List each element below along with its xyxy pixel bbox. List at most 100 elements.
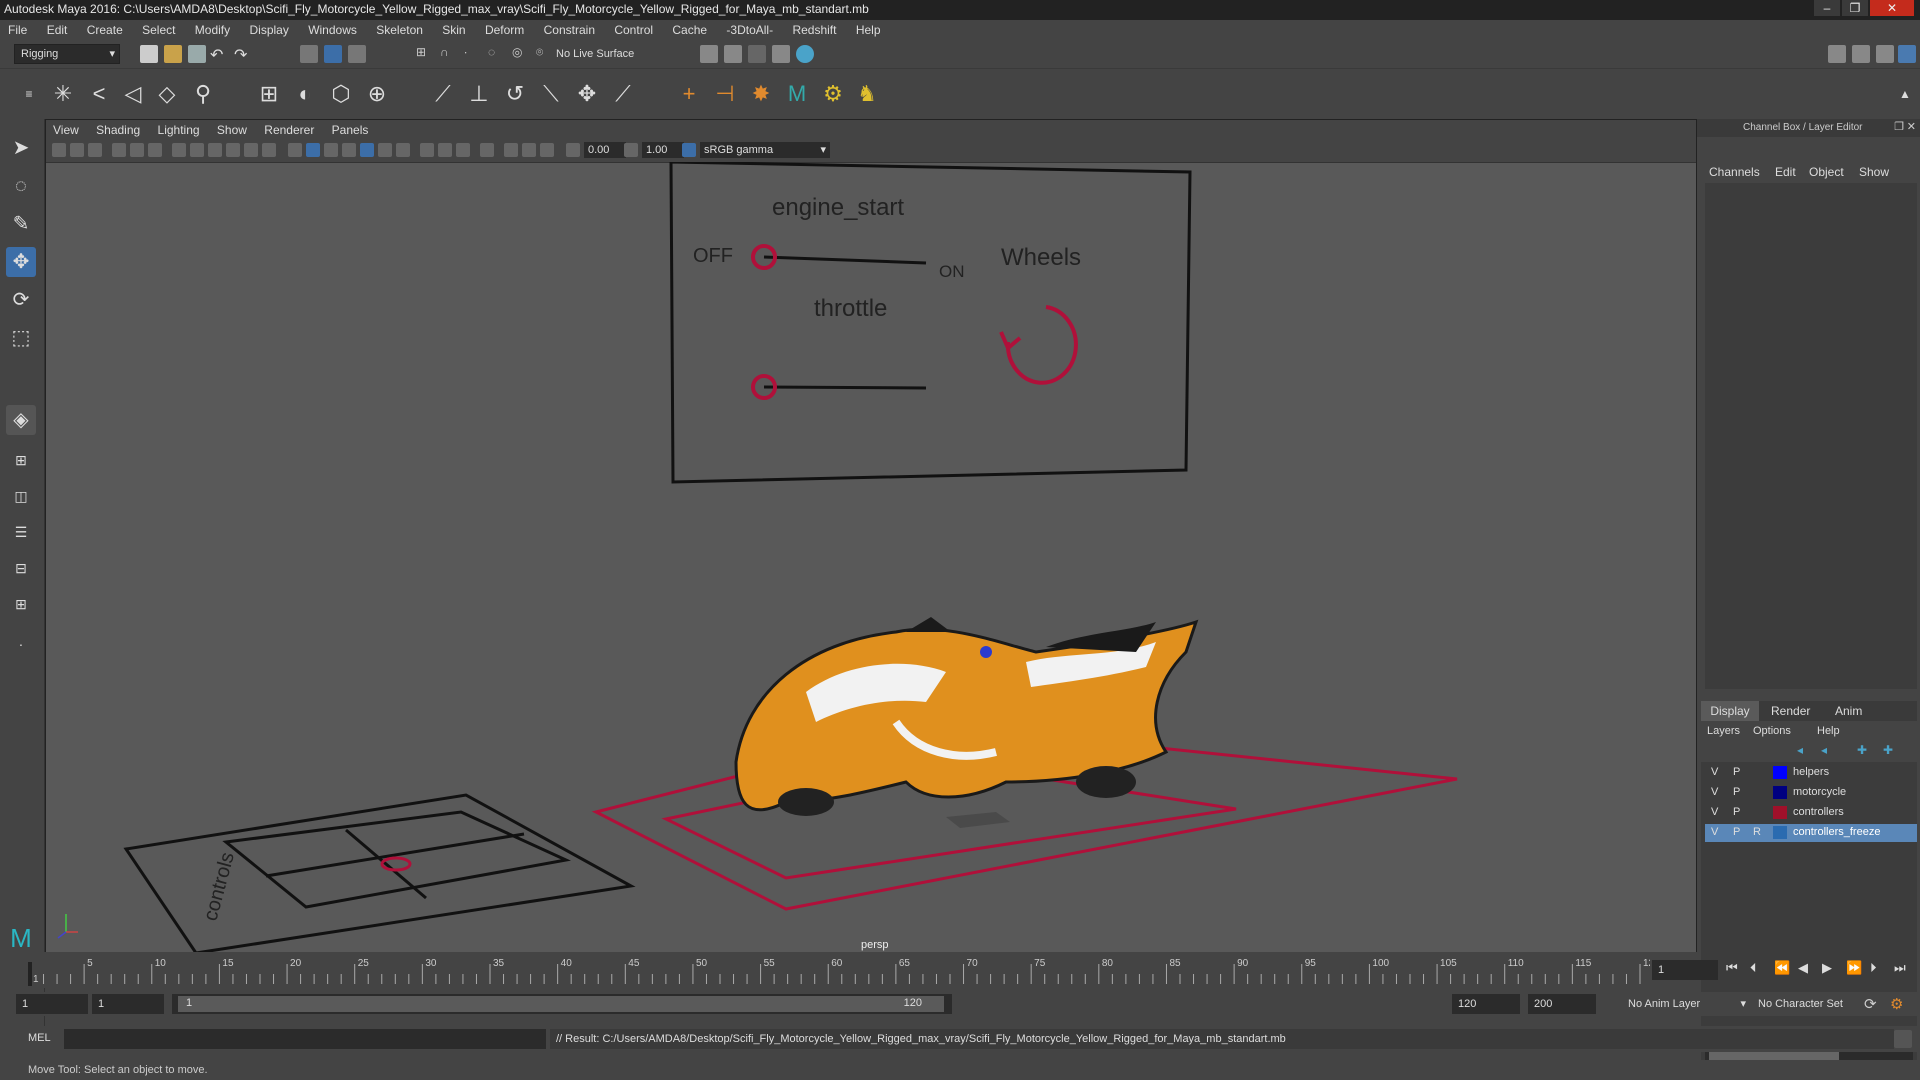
- resolution-gate-icon[interactable]: [208, 143, 222, 157]
- outliner-layout-icon[interactable]: ☰: [6, 517, 36, 547]
- shadows-icon[interactable]: [378, 143, 392, 157]
- layer-menu-options[interactable]: Options: [1753, 725, 1791, 737]
- lattice-icon[interactable]: ⬡: [326, 79, 356, 109]
- menu-edit[interactable]: Edit: [39, 20, 76, 40]
- lasso-tool-icon[interactable]: ◌: [6, 171, 36, 201]
- snap-point-icon[interactable]: ∙: [464, 45, 482, 63]
- menu-redshift[interactable]: Redshift: [784, 20, 844, 40]
- close-panel-icon[interactable]: ✕: [1907, 120, 1916, 133]
- mirror-joint-icon[interactable]: ✸: [746, 79, 776, 109]
- close-button[interactable]: ✕: [1870, 0, 1914, 16]
- vp-menu-panels[interactable]: Panels: [325, 120, 376, 140]
- menu-constrain[interactable]: Constrain: [536, 20, 603, 40]
- point-constraint-icon[interactable]: ⟋: [428, 79, 458, 109]
- wheels-controller[interactable]: [1005, 305, 1078, 385]
- wireframe-icon[interactable]: [288, 143, 302, 157]
- shelf-scroll-icon[interactable]: ▲: [1890, 79, 1920, 109]
- layer-menu-help[interactable]: Help: [1817, 725, 1840, 737]
- animation-preferences-icon[interactable]: ⚙: [1890, 995, 1908, 1013]
- select-by-object-icon[interactable]: [324, 45, 342, 63]
- new-layer-icon[interactable]: ✚: [1857, 743, 1867, 757]
- scale-constraint-icon[interactable]: ⟍: [536, 79, 566, 109]
- step-forward-icon[interactable]: ⏵: [1870, 960, 1877, 976]
- range-slider[interactable]: 1 120: [172, 994, 952, 1014]
- gamma-icon[interactable]: [624, 143, 638, 157]
- layer-visibility-toggle[interactable]: V: [1711, 786, 1718, 798]
- parent-constraint-icon[interactable]: ✥: [572, 79, 602, 109]
- menu-3dtoall[interactable]: -3DtoAll-: [718, 20, 781, 40]
- go-to-end-icon[interactable]: ⏭: [1894, 960, 1906, 976]
- layer-visibility-toggle[interactable]: V: [1711, 806, 1718, 818]
- layer-color-swatch[interactable]: [1773, 766, 1787, 779]
- menu-skin[interactable]: Skin: [434, 20, 473, 40]
- vp-menu-lighting[interactable]: Lighting: [151, 120, 207, 140]
- color-management-icon[interactable]: [682, 143, 696, 157]
- xray-icon[interactable]: [420, 143, 434, 157]
- exposure-field[interactable]: 0.00: [584, 142, 626, 158]
- render-settings-icon[interactable]: [772, 45, 790, 63]
- time-slider[interactable]: 1 5 10 15 20 25 30 35 40 45 50 55 60 65 70 75 80 85 90 95 10…: [0, 952, 1906, 988]
- grid-icon[interactable]: [172, 143, 186, 157]
- menu-create[interactable]: Create: [79, 20, 131, 40]
- open-scene-icon[interactable]: [164, 45, 182, 63]
- select-tool-icon[interactable]: ➤: [6, 133, 36, 163]
- use-lights-icon[interactable]: [360, 143, 374, 157]
- tab-anim[interactable]: Anim: [1835, 704, 1862, 718]
- layer-playback-toggle[interactable]: P: [1733, 786, 1740, 798]
- animation-start-field[interactable]: 1: [16, 994, 88, 1014]
- redo-icon[interactable]: ↷: [234, 45, 252, 64]
- select-by-hierarchy-icon[interactable]: [300, 45, 318, 63]
- go-to-start-icon[interactable]: ⏮: [1726, 960, 1738, 976]
- smooth-bind-icon[interactable]: ⊞: [254, 79, 284, 109]
- menu-deform[interactable]: Deform: [477, 20, 532, 40]
- render-frame-icon[interactable]: [724, 45, 742, 63]
- tool-settings-icon[interactable]: [1876, 45, 1894, 63]
- four-view-layout-icon[interactable]: ⊞: [6, 445, 36, 475]
- xray-components-icon[interactable]: [456, 143, 470, 157]
- perspective-viewport[interactable]: View Shading Lighting Show Renderer Pane…: [45, 119, 1697, 954]
- ipr-render-icon[interactable]: [748, 45, 766, 63]
- float-panel-icon[interactable]: ❐: [1894, 120, 1904, 133]
- locator-icon[interactable]: +: [674, 79, 704, 109]
- motion-blur-icon[interactable]: [522, 143, 536, 157]
- save-scene-icon[interactable]: [188, 45, 206, 63]
- new-scene-icon[interactable]: [140, 45, 158, 63]
- aim-constraint-icon[interactable]: ⊥: [464, 79, 494, 109]
- vp-menu-show[interactable]: Show: [210, 120, 254, 140]
- orient-constraint-icon[interactable]: ↺: [500, 79, 530, 109]
- heads-up-display-icon[interactable]: [504, 143, 518, 157]
- grease-pencil-icon[interactable]: [148, 143, 162, 157]
- side-by-side-layout-icon[interactable]: ◫: [6, 481, 36, 511]
- single-perspective-layout-icon[interactable]: ◈: [6, 405, 36, 435]
- move-tool-icon[interactable]: ✥: [6, 247, 36, 277]
- script-editor-icon[interactable]: [1894, 1030, 1912, 1048]
- hypershade-icon[interactable]: [796, 45, 814, 63]
- menu-help[interactable]: Help: [848, 20, 889, 40]
- layer-menu-layers[interactable]: Layers: [1707, 725, 1740, 737]
- auto-key-icon[interactable]: ⟳: [1864, 995, 1882, 1013]
- rigid-bind-icon[interactable]: ◐: [290, 79, 320, 109]
- cb-menu-channels[interactable]: Channels: [1709, 165, 1760, 179]
- joint-tool-icon[interactable]: ✳: [48, 79, 78, 109]
- safe-action-icon[interactable]: [262, 143, 276, 157]
- layer-playback-toggle[interactable]: P: [1733, 806, 1740, 818]
- colorspace-dropdown[interactable]: sRGB gamma ▾: [700, 142, 830, 158]
- step-back-key-icon[interactable]: ⏪: [1774, 960, 1790, 976]
- move-layer-up-icon[interactable]: ◂: [1797, 743, 1803, 757]
- layer-scrollbar[interactable]: [1705, 1052, 1913, 1060]
- cb-menu-edit[interactable]: Edit: [1775, 165, 1796, 179]
- ik-fk-icon[interactable]: ⊣: [710, 79, 740, 109]
- isolate-select-icon[interactable]: [480, 143, 494, 157]
- step-back-icon[interactable]: ⏴: [1750, 960, 1757, 976]
- layer-scrollbar-thumb[interactable]: [1709, 1052, 1839, 1060]
- rig-tool-icon[interactable]: ♞: [852, 79, 882, 109]
- cb-menu-show[interactable]: Show: [1859, 165, 1889, 179]
- layer-color-swatch[interactable]: [1773, 806, 1787, 819]
- ik-spline-icon[interactable]: ◁: [118, 79, 148, 109]
- graph-layout-icon[interactable]: ⊟: [6, 553, 36, 583]
- smooth-shade-icon[interactable]: [306, 143, 320, 157]
- vp-menu-shading[interactable]: Shading: [89, 120, 147, 140]
- camera-icon[interactable]: [52, 143, 66, 157]
- menu-select[interactable]: Select: [134, 20, 183, 40]
- channels-area[interactable]: [1705, 183, 1917, 689]
